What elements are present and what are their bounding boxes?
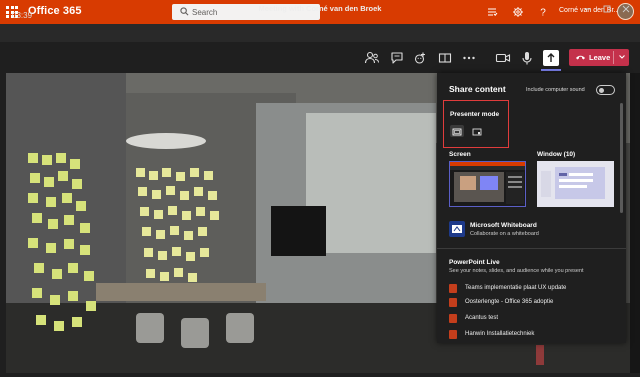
powerpoint-file-name: Teams implementatie plaat UX update bbox=[465, 285, 567, 291]
window-thumbnail[interactable] bbox=[537, 161, 614, 207]
powerpoint-file-item[interactable]: Teams implementatie plaat UX update bbox=[449, 284, 619, 296]
powerpoint-file-icon bbox=[449, 284, 457, 293]
hang-up-phone-icon bbox=[576, 55, 585, 60]
powerpoint-file-item[interactable]: Oosterlengte - Office 365 adoptie bbox=[449, 298, 619, 310]
window-title-bar bbox=[0, 24, 640, 42]
screen-label: Screen bbox=[449, 151, 471, 158]
powerpoint-file-icon bbox=[449, 314, 457, 323]
leave-divider bbox=[613, 51, 614, 64]
leave-label: Leave bbox=[589, 53, 611, 62]
whiteboard-icon[interactable] bbox=[449, 221, 465, 237]
powerpoint-live-title: PowerPoint Live bbox=[449, 259, 500, 266]
screen-preview-image bbox=[450, 162, 525, 204]
meeting-timer: 03:39 bbox=[12, 11, 33, 20]
rooms-icon[interactable] bbox=[437, 50, 453, 66]
screen-thumbnail[interactable] bbox=[449, 161, 526, 207]
window-label: Window (10) bbox=[537, 151, 576, 158]
powerpoint-file-icon bbox=[449, 298, 457, 307]
microphone-icon[interactable] bbox=[519, 50, 535, 66]
powerpoint-live-subtitle: See your notes, slides, and audience whi… bbox=[449, 268, 584, 274]
presenter-mode-label: Presenter mode bbox=[450, 111, 500, 118]
chat-icon[interactable] bbox=[389, 50, 405, 66]
right-edge-strip bbox=[630, 73, 640, 373]
powerpoint-file-name: Oosterlengte - Office 365 adoptie bbox=[465, 299, 554, 305]
share-content-button[interactable] bbox=[543, 50, 559, 66]
maximize-icon[interactable] bbox=[603, 5, 611, 13]
chairs bbox=[136, 313, 254, 348]
participants-icon[interactable] bbox=[364, 50, 380, 66]
reactions-icon[interactable] bbox=[413, 50, 429, 66]
powerpoint-file-name: Hanwin Installatietechniek bbox=[465, 331, 535, 337]
whiteboard-title[interactable]: Microsoft Whiteboard bbox=[470, 222, 537, 229]
standout-icon bbox=[472, 128, 482, 136]
chevron-down-icon[interactable] bbox=[618, 53, 626, 61]
camera-icon[interactable] bbox=[495, 50, 511, 66]
powerpoint-file-icon bbox=[449, 330, 457, 339]
powerpoint-file-item[interactable]: Hanwin Installatietechniek bbox=[449, 330, 619, 342]
more-options-icon[interactable] bbox=[461, 50, 477, 66]
panel-scrollbar[interactable] bbox=[620, 103, 623, 213]
leave-button[interactable]: Leave bbox=[569, 49, 629, 66]
share-arrow-icon bbox=[547, 53, 555, 62]
powerpoint-file-name: Acantus test bbox=[465, 315, 499, 321]
window-title: Meeting with Corné van den Broek bbox=[258, 4, 382, 13]
include-sound-toggle[interactable] bbox=[596, 85, 615, 95]
content-only-icon bbox=[452, 128, 462, 136]
share-content-panel: Share content Include computer sound Pre… bbox=[437, 73, 626, 343]
share-active-indicator bbox=[541, 69, 561, 71]
panel-divider bbox=[437, 248, 626, 249]
presenter-mode-content-only-button[interactable] bbox=[450, 125, 464, 137]
close-icon[interactable] bbox=[622, 5, 630, 13]
presenter-mode-highlight bbox=[443, 100, 509, 148]
presenter-mode-standout-button[interactable] bbox=[470, 125, 484, 137]
include-sound-label: Include computer sound bbox=[526, 87, 585, 93]
window-preview-image bbox=[537, 161, 614, 207]
minimize-icon[interactable] bbox=[584, 5, 592, 13]
whiteboard-subtitle: Collaborate on a whiteboard bbox=[470, 231, 539, 237]
panel-title: Share content bbox=[449, 84, 506, 94]
powerpoint-file-item[interactable]: Acantus test bbox=[449, 314, 619, 326]
